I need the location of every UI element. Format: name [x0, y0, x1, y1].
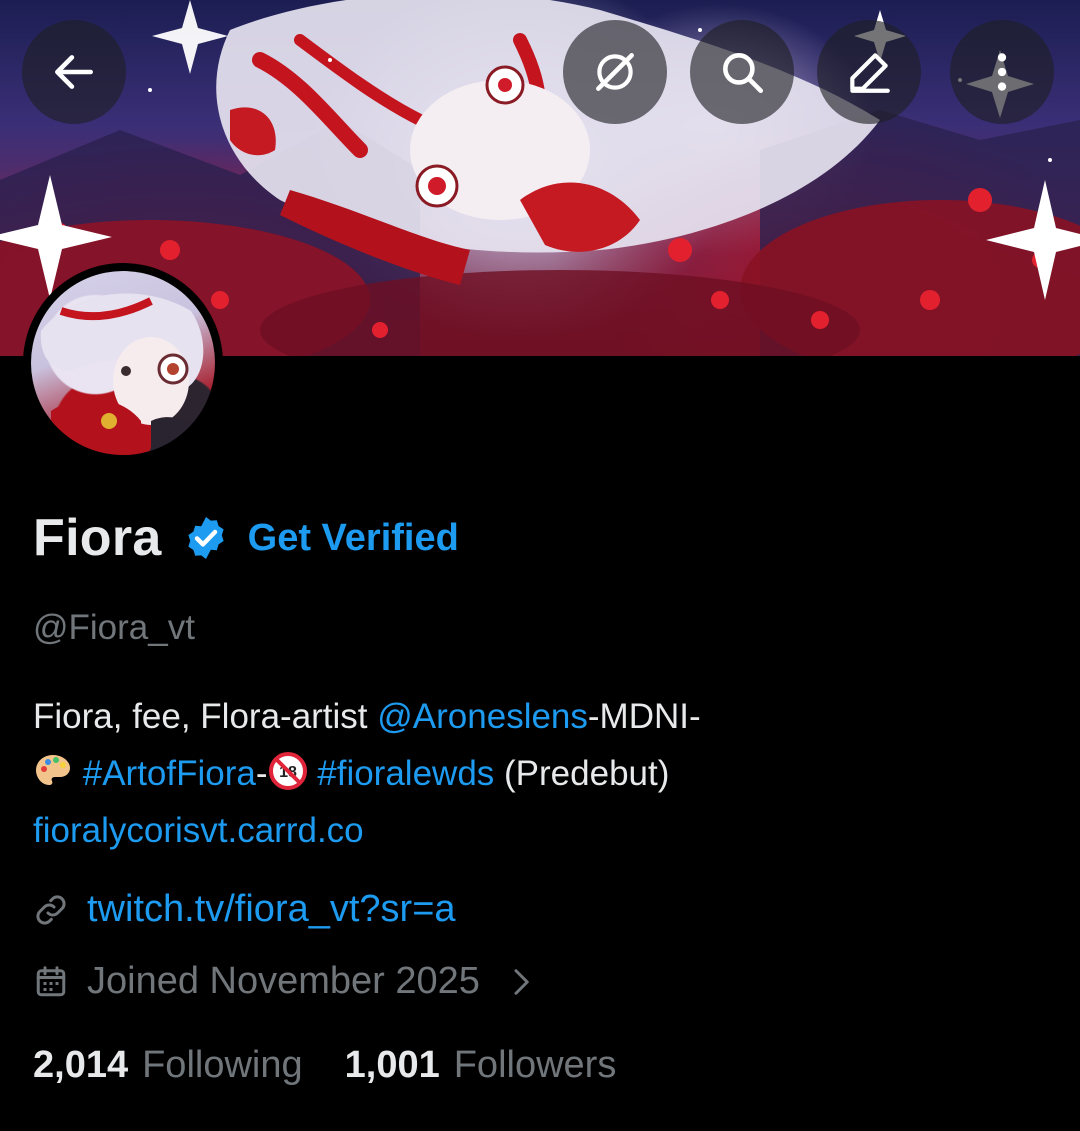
bio-dash: -	[255, 754, 268, 793]
display-name: Fiora	[33, 509, 162, 567]
bio-text: Fiora, fee, Flora-artist	[33, 697, 378, 736]
followers-stat[interactable]: 1,001 Followers	[345, 1044, 617, 1087]
profile-website-link[interactable]: twitch.tv/fiora_vt?sr=a	[87, 888, 456, 931]
pencil-icon	[850, 53, 890, 93]
profile-joined-row[interactable]: Joined November 2025	[33, 960, 554, 1003]
bio-carrd-link[interactable]: fioralycorisvt.carrd.co	[33, 811, 364, 850]
link-icon	[36, 894, 66, 925]
avatar	[31, 271, 215, 455]
name-row: Fiora Get Verified	[33, 508, 459, 568]
profile-bio: Fiora, fee, Flora-artist @Aroneslens-MDN…	[33, 688, 1043, 859]
get-verified-button[interactable]: Get Verified	[248, 517, 459, 560]
bio-line-2: #ArtofFiora- 18 #fioralewds (Predebut)	[33, 745, 1043, 802]
following-count: 2,014	[33, 1044, 129, 1086]
following-label: Following	[142, 1044, 303, 1086]
profile-stats: 2,014 Following 1,001 Followers	[33, 1044, 658, 1087]
search-icon	[723, 53, 764, 94]
bio-mention-link[interactable]: @Aroneslens	[377, 697, 588, 736]
arrow-left-icon	[55, 55, 93, 89]
avatar-button[interactable]	[23, 263, 223, 463]
followers-label: Followers	[453, 1044, 617, 1086]
more-options-button[interactable]	[950, 20, 1054, 124]
bio-hashtag-artoffiora[interactable]: #ArtofFiora	[83, 754, 256, 793]
chevron-right-icon	[514, 968, 529, 995]
no-under-18-emoji-icon: 18	[268, 752, 307, 790]
grok-button[interactable]	[563, 20, 667, 124]
grok-icon	[596, 53, 634, 91]
followers-count: 1,001	[344, 1044, 440, 1086]
bio-text-suffix: -MDNI-	[587, 697, 701, 736]
bio-line-1: Fiora, fee, Flora-artist @Aroneslens-MDN…	[33, 688, 1043, 745]
back-button[interactable]	[22, 20, 126, 124]
edit-button[interactable]	[817, 20, 921, 124]
profile-handle: @Fiora_vt	[33, 608, 195, 647]
verified-badge-icon[interactable]	[182, 514, 230, 562]
avatar-artwork	[40, 293, 206, 455]
profile-page: Fiora Get Verified @Fiora_vt Fiora, fee,…	[0, 0, 1080, 1131]
bio-predebut: (Predebut)	[494, 754, 670, 793]
profile-website-row: twitch.tv/fiora_vt?sr=a	[33, 888, 456, 931]
profile-joined-date: Joined November 2025	[87, 960, 480, 1002]
search-button[interactable]	[690, 20, 794, 124]
calendar-icon	[36, 965, 66, 996]
bio-line-3: fioralycorisvt.carrd.co	[33, 802, 1043, 859]
vertical-dots-icon	[997, 53, 1007, 91]
palette-emoji-icon	[36, 755, 70, 785]
following-stat[interactable]: 2,014 Following	[33, 1044, 303, 1087]
bio-hashtag-fioralewds[interactable]: #fioralewds	[317, 754, 494, 793]
